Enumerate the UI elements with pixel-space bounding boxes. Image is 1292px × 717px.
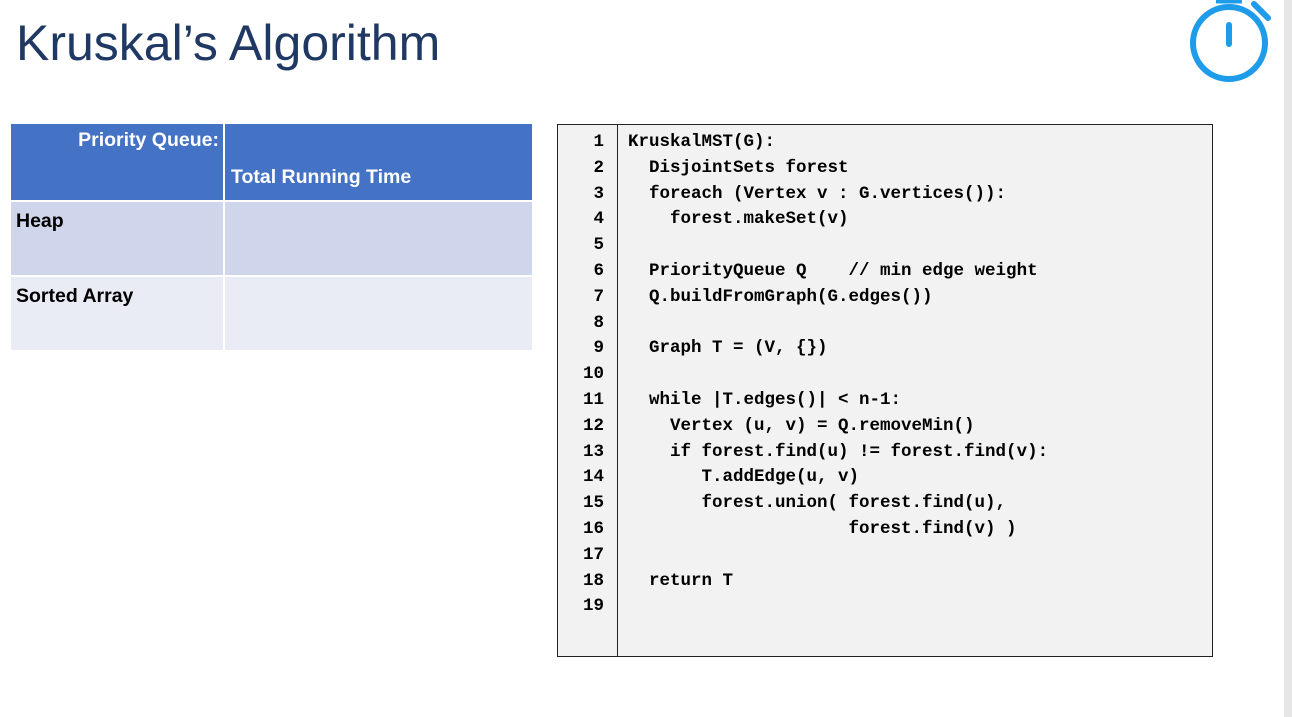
row-value-sorted-array <box>225 275 532 350</box>
vertical-scrollbar[interactable] <box>1284 0 1292 717</box>
stopwatch-icon <box>1190 0 1271 82</box>
line-number: 12 <box>582 415 604 436</box>
line-number: 18 <box>582 570 604 591</box>
row-label-heap: Heap <box>11 200 225 275</box>
line-number: 17 <box>582 544 604 565</box>
line-number: 10 <box>582 364 604 385</box>
line-number: 6 <box>593 261 604 281</box>
table-row: Heap <box>11 200 532 275</box>
line-number: 15 <box>582 493 604 514</box>
row-label-sorted-array: Sorted Array <box>11 275 225 350</box>
code-line: Q.buildFromGraph(G.edges()) <box>628 286 933 307</box>
line-number: 8 <box>593 312 604 333</box>
code-line: return T <box>628 570 734 591</box>
code-line: forest.union( forest.find(u), <box>628 493 1007 514</box>
line-number: 19 <box>582 596 604 617</box>
line-number: 16 <box>582 519 604 539</box>
code-line: forest.find(v) ) <box>628 519 1017 539</box>
table-header-row: Priority Queue: Total Running Time <box>11 124 532 200</box>
line-number: 11 <box>582 390 604 410</box>
code-line: DisjointSets forest <box>628 157 849 178</box>
line-number: 14 <box>582 467 604 488</box>
slide-title: Kruskal’s Algorithm <box>16 15 441 71</box>
line-number: 3 <box>593 183 604 204</box>
code-line: while |T.edges()| < n-1: <box>628 390 902 410</box>
code-line: forest.makeSet(v) <box>628 209 849 230</box>
code-line: PriorityQueue Q // min edge weight <box>628 261 1038 281</box>
line-number: 2 <box>593 157 604 178</box>
line-number: 5 <box>593 235 604 256</box>
code-line: KruskalMST(G): <box>628 132 776 152</box>
row-value-heap <box>225 200 532 275</box>
line-number: 4 <box>593 209 604 230</box>
line-number: 7 <box>593 286 604 307</box>
code-line: Vertex (u, v) = Q.removeMin() <box>628 415 975 436</box>
code-line: foreach (Vertex v : G.vertices()): <box>628 183 1007 204</box>
code-listing: 1 2 3 4 5 6 7 8 9 10 11 12 13 14 15 16 17 18 19 KruskalMST… <box>557 124 1213 657</box>
code-line: T.addEdge(u, v) <box>628 467 860 488</box>
priority-queue-table: Priority Queue: Total Running Time Heap … <box>11 124 532 350</box>
code-line: Graph T = (V, {}) <box>628 338 828 359</box>
line-number: 9 <box>593 338 604 359</box>
line-number-gutter: 1 2 3 4 5 6 7 8 9 10 11 12 13 14 15 16 17 18 19 <box>558 125 618 656</box>
code-line: if forest.find(u) != forest.find(v): <box>628 441 1049 462</box>
line-number: 1 <box>593 132 604 152</box>
table-row: Sorted Array <box>11 275 532 350</box>
header-total-running-time: Total Running Time <box>225 124 532 200</box>
line-number: 13 <box>582 441 604 462</box>
header-priority-queue: Priority Queue: <box>11 124 225 200</box>
